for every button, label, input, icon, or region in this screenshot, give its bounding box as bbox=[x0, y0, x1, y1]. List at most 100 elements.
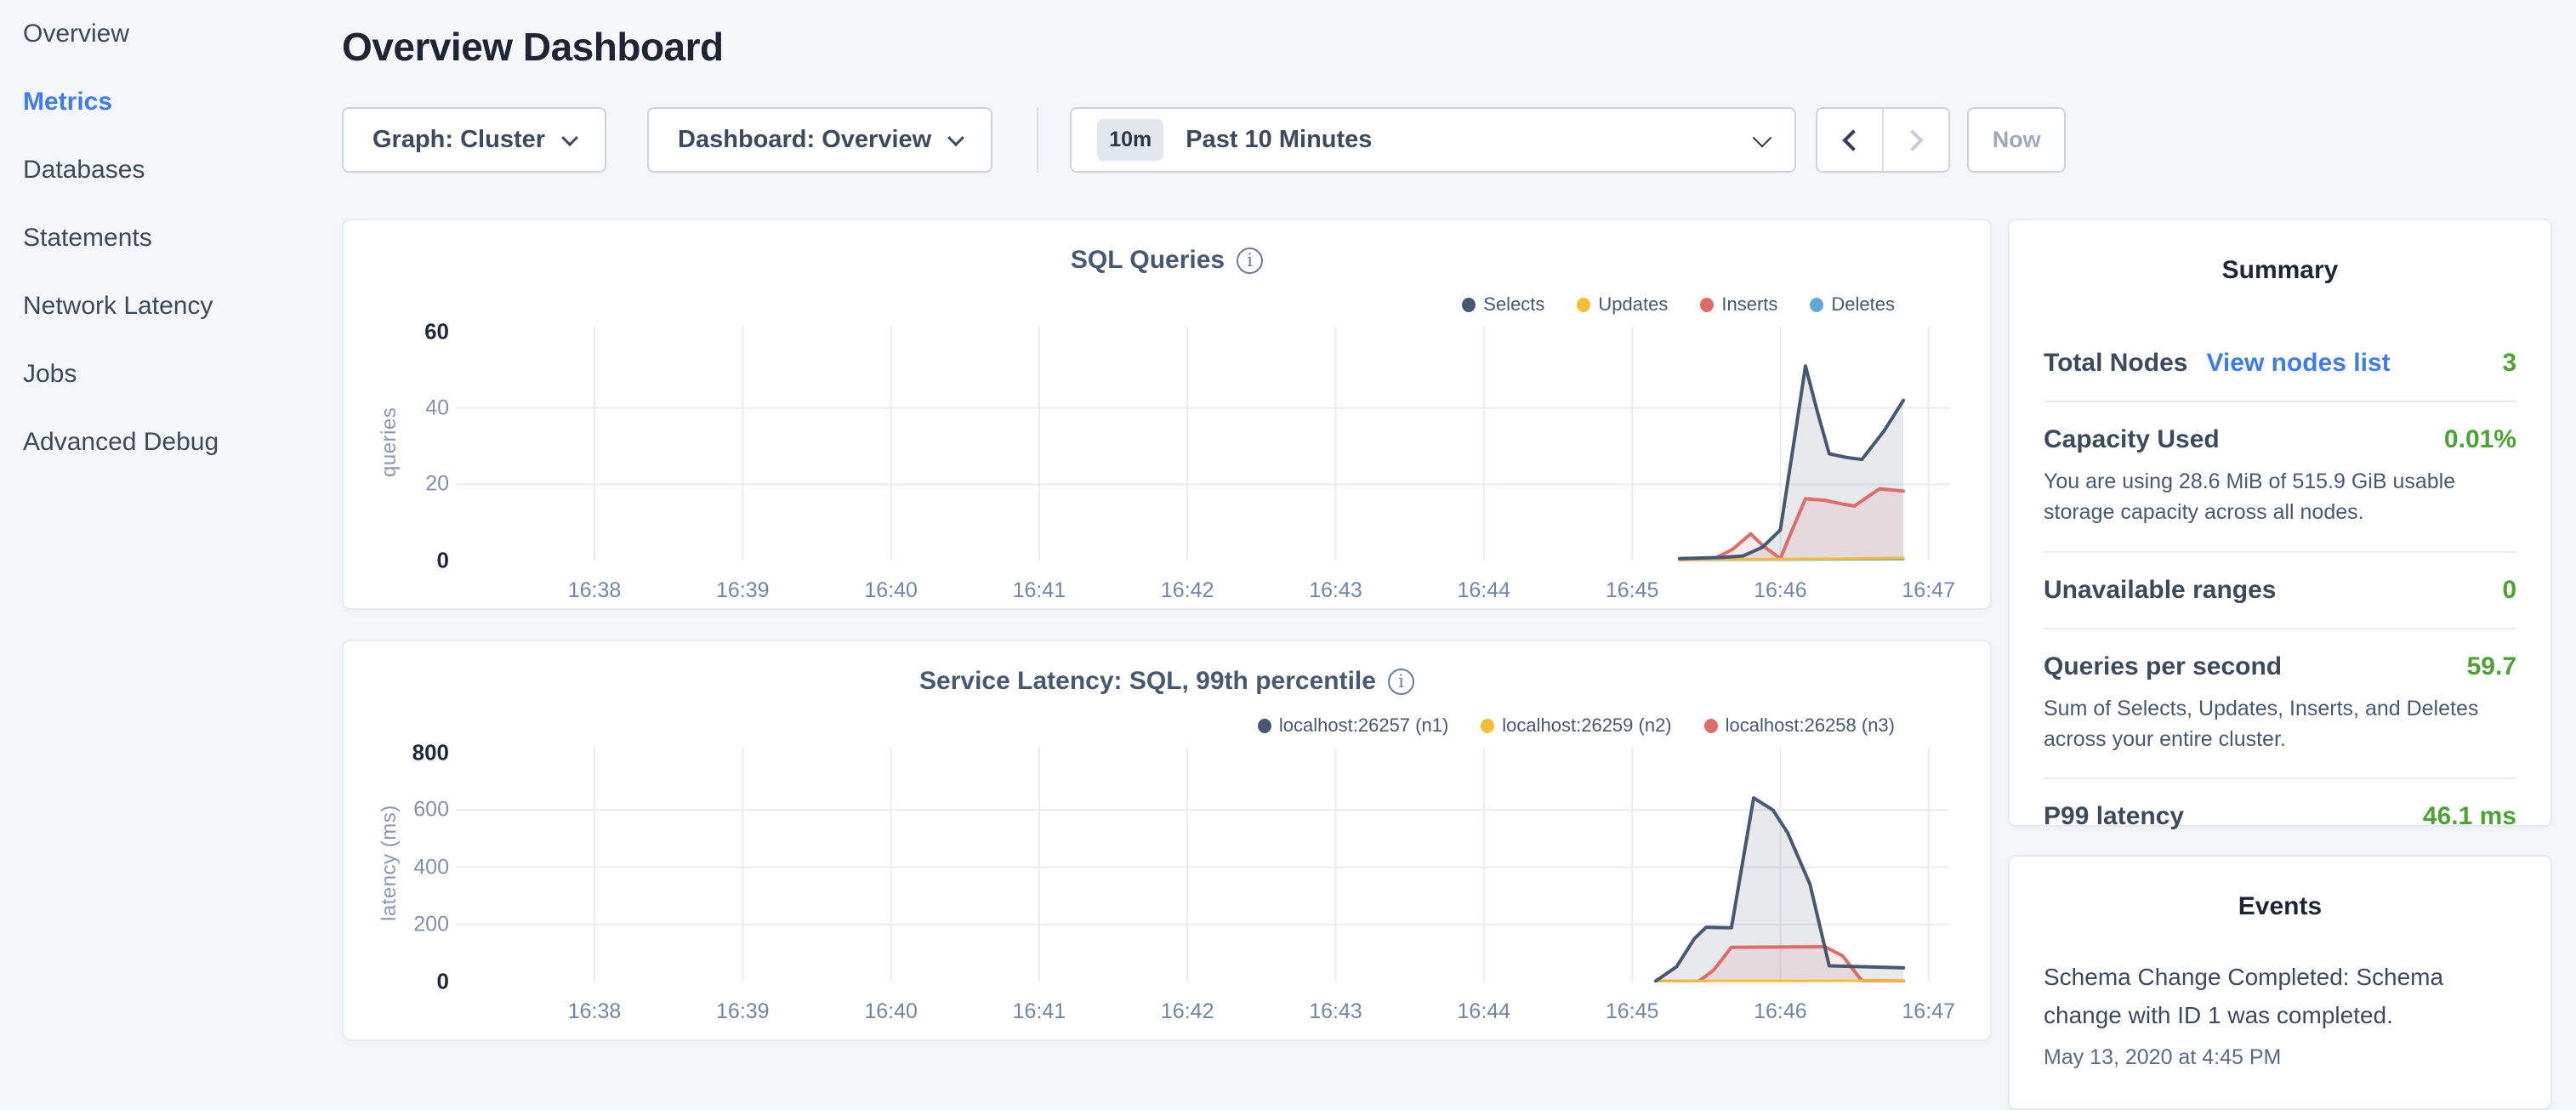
summary-row-label: P99 latency bbox=[2044, 802, 2184, 831]
sidebar-item-metrics[interactable]: Metrics bbox=[0, 68, 340, 136]
x-tick-label: 16:46 bbox=[1729, 578, 1831, 603]
summary-row-value: 46.1 ms bbox=[2423, 802, 2516, 831]
now-button[interactable]: Now bbox=[1967, 107, 2066, 173]
summary-row-label: Capacity Used bbox=[2044, 425, 2220, 454]
summary-row: P99 latency 46.1 ms bbox=[2044, 777, 2516, 854]
legend-dot-icon bbox=[1481, 719, 1494, 733]
x-tick-label: 16:45 bbox=[1581, 578, 1683, 603]
time-step-buttons bbox=[1816, 107, 1950, 173]
y-tick-label: 60 bbox=[344, 319, 449, 345]
sidebar: OverviewMetricsDatabasesStatementsNetwor… bbox=[0, 0, 340, 1051]
dashboard-dropdown-label: Dashboard: Overview bbox=[678, 126, 931, 154]
legend-dot-icon bbox=[1704, 719, 1718, 733]
legend-label: localhost:26258 (n3) bbox=[1726, 714, 1895, 737]
x-tick-label: 16:38 bbox=[543, 578, 645, 603]
chart-title: Service Latency: SQL, 99th percentile bbox=[919, 667, 1376, 696]
x-tick-label: 16:44 bbox=[1433, 578, 1535, 603]
controls-divider bbox=[1037, 107, 1038, 173]
x-tick-label: 16:42 bbox=[1136, 999, 1238, 1024]
chart-plot-area[interactable] bbox=[456, 322, 1949, 561]
events-list: Schema Change Completed: Schema change w… bbox=[2044, 959, 2516, 1070]
legend-item[interactable]: localhost:26259 (n2) bbox=[1481, 714, 1671, 737]
y-tick-label: 400 bbox=[344, 855, 449, 879]
legend-item[interactable]: Updates bbox=[1577, 293, 1668, 316]
chart-plot-area[interactable] bbox=[456, 743, 1949, 982]
x-tick-label: 16:47 bbox=[1878, 999, 1980, 1024]
legend-dot-icon bbox=[1577, 298, 1590, 312]
summary-row: Unavailable ranges 0 bbox=[2044, 551, 2516, 628]
legend-label: localhost:26257 (n1) bbox=[1279, 714, 1448, 737]
chart-legend: localhost:26257 (n1) localhost:26259 (n2)… bbox=[1258, 714, 1895, 737]
y-tick-label: 200 bbox=[344, 912, 449, 936]
y-axis-title: queries bbox=[378, 322, 401, 561]
x-tick-label: 16:47 bbox=[1878, 578, 1980, 603]
legend-item[interactable]: localhost:26258 (n3) bbox=[1704, 714, 1895, 737]
legend-label: localhost:26259 (n2) bbox=[1502, 714, 1671, 737]
legend-item[interactable]: Selects bbox=[1462, 293, 1544, 316]
chevron-down-icon bbox=[947, 129, 964, 146]
summary-row-value: 3 bbox=[2502, 349, 2516, 378]
chevron-down-icon bbox=[561, 129, 578, 146]
event-timestamp: May 13, 2020 at 4:45 PM bbox=[2044, 1045, 2516, 1070]
summary-row: Queries per second59.7Sum of Selects, Up… bbox=[2044, 628, 2516, 778]
page-title: Overview Dashboard bbox=[342, 24, 724, 70]
now-button-label: Now bbox=[1993, 127, 2041, 153]
events-panel: Events Schema Change Completed: Schema c… bbox=[2008, 855, 2552, 1110]
view-nodes-list-link[interactable]: View nodes list bbox=[2206, 349, 2390, 378]
events-title: Events bbox=[2044, 892, 2516, 921]
time-range-badge: 10m bbox=[1097, 119, 1163, 161]
summary-title: Summary bbox=[2044, 256, 2516, 285]
legend-label: Updates bbox=[1598, 293, 1668, 316]
controls-row: Graph: Cluster Dashboard: Overview 10m P… bbox=[342, 107, 2066, 173]
x-tick-label: 16:41 bbox=[988, 999, 1090, 1024]
sidebar-item-advanced-debug[interactable]: Advanced Debug bbox=[0, 408, 340, 476]
y-tick-label: 40 bbox=[344, 396, 449, 420]
event-text: Schema Change Completed: Schema change w… bbox=[2044, 959, 2516, 1035]
summary-row-value: 0 bbox=[2502, 576, 2516, 605]
graph-dropdown-label: Graph: Cluster bbox=[372, 126, 545, 154]
x-tick-label: 16:39 bbox=[691, 999, 793, 1024]
dashboard-dropdown[interactable]: Dashboard: Overview bbox=[647, 107, 992, 173]
legend-item[interactable]: localhost:26257 (n1) bbox=[1258, 714, 1448, 737]
event-item: Schema Change Completed: Schema change w… bbox=[2044, 959, 2516, 1070]
y-tick-label: 0 bbox=[344, 969, 449, 995]
sidebar-item-jobs[interactable]: Jobs bbox=[0, 340, 340, 408]
x-tick-label: 16:38 bbox=[543, 999, 645, 1024]
service-latency-chart-panel: Service Latency: SQL, 99th percentile i lo… bbox=[342, 640, 1992, 1041]
sidebar-item-statements[interactable]: Statements bbox=[0, 204, 340, 272]
legend-dot-icon bbox=[1700, 298, 1714, 312]
summary-row-label: Unavailable ranges bbox=[2044, 576, 2276, 605]
graph-dropdown[interactable]: Graph: Cluster bbox=[342, 107, 606, 173]
sidebar-item-databases[interactable]: Databases bbox=[0, 136, 340, 204]
y-tick-label: 600 bbox=[344, 798, 449, 823]
info-icon[interactable]: i bbox=[1388, 669, 1414, 695]
y-tick-label: 20 bbox=[344, 472, 449, 497]
summary-panel: Summary Total NodesView nodes list3Capac… bbox=[2008, 219, 2552, 827]
summary-row-value: 0.01% bbox=[2444, 425, 2516, 454]
x-tick-label: 16:45 bbox=[1581, 999, 1683, 1024]
info-icon[interactable]: i bbox=[1237, 248, 1263, 274]
legend-label: Inserts bbox=[1721, 293, 1777, 316]
chevron-down-icon bbox=[1753, 128, 1772, 147]
summary-row-description: You are using 28.6 MiB of 515.9 GiB usab… bbox=[2044, 466, 2516, 528]
time-range-selector[interactable]: 10m Past 10 Minutes bbox=[1070, 107, 1796, 173]
sidebar-item-network-latency[interactable]: Network Latency bbox=[0, 272, 340, 340]
chart-legend: Selects Updates Inserts Deletes bbox=[1462, 293, 1895, 316]
y-tick-label: 0 bbox=[344, 548, 449, 574]
legend-item[interactable]: Deletes bbox=[1810, 293, 1895, 316]
summary-rows: Total NodesView nodes list3Capacity Used… bbox=[2044, 326, 2516, 854]
summary-row-description: Sum of Selects, Updates, Inserts, and De… bbox=[2044, 693, 2516, 755]
legend-item[interactable]: Inserts bbox=[1700, 293, 1777, 316]
time-forward-button[interactable] bbox=[1884, 109, 1948, 171]
legend-dot-icon bbox=[1258, 719, 1271, 733]
y-tick-label: 800 bbox=[344, 740, 449, 766]
x-tick-label: 16:42 bbox=[1136, 578, 1238, 603]
time-back-button[interactable] bbox=[1817, 109, 1882, 171]
sidebar-item-overview[interactable]: Overview bbox=[0, 0, 340, 68]
chart-title: SQL Queries bbox=[1071, 246, 1225, 275]
x-tick-label: 16:46 bbox=[1729, 999, 1831, 1024]
x-tick-label: 16:44 bbox=[1433, 999, 1535, 1024]
legend-dot-icon bbox=[1462, 298, 1476, 312]
x-tick-label: 16:43 bbox=[1285, 999, 1387, 1024]
x-tick-label: 16:40 bbox=[840, 999, 942, 1024]
